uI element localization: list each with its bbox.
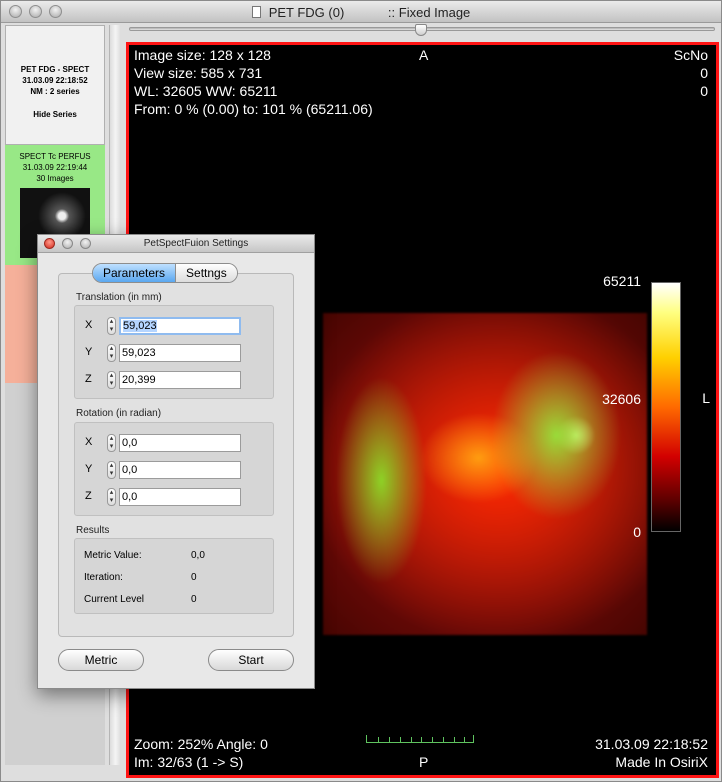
series-item-pet-fdg[interactable]: PET FDG - SPECT 31.03.09 22:18:52 NM : 2…	[5, 25, 105, 145]
panel-titlebar[interactable]: PetSpectFuion Settings	[38, 235, 314, 253]
metric-value: 0,0	[191, 550, 205, 561]
overlay-bottom-right: 31.03.09 22:18:52 Made In OsiriX	[595, 735, 708, 771]
metric-button[interactable]: Metric	[58, 649, 144, 671]
window-title-text: PET FDG (0)	[268, 5, 345, 20]
main-titlebar: PET FDG (0) :: Fixed Image	[1, 1, 721, 23]
tab-settings[interactable]: Settngs	[175, 264, 237, 282]
tab-bar: Parameters Settngs	[92, 263, 238, 283]
translation-z-label: Z	[85, 373, 92, 385]
image-index-text: Im: 32/63 (1 -> S)	[134, 754, 244, 770]
tab-parameters[interactable]: Parameters	[93, 264, 176, 282]
rotation-z-label: Z	[85, 490, 92, 502]
iteration-value: 0	[191, 572, 197, 583]
view-size-text: View size: 585 x 731	[134, 65, 263, 81]
rotation-z-stepper[interactable]: ▴ ▾	[107, 488, 116, 506]
rotation-label: Rotation (in radian)	[76, 408, 162, 419]
start-button[interactable]: Start	[208, 649, 294, 671]
overlay-bottom-left: Zoom: 252% Angle: 0 Im: 32/63 (1 -> S)	[134, 735, 268, 771]
series-line: 30 Images	[36, 174, 74, 183]
rotation-y-field[interactable]: 0,0	[119, 461, 241, 479]
rotation-x-field[interactable]: 0,0	[119, 434, 241, 452]
rotation-z-field[interactable]: 0,0	[119, 488, 241, 506]
translation-group: X ▴ ▾ 59,023 Y ▴ ▾ 59,023 Z ▴ ▾ 20,399	[74, 305, 274, 399]
metric-value-label: Metric Value:	[84, 550, 142, 561]
rotation-group: X ▴ ▾ 0,0 Y ▴ ▾ 0,0 Z ▴ ▾ 0,0	[74, 422, 274, 516]
colorbar-max: 65211	[603, 273, 641, 289]
series-line: SPECT Tc PERFUS	[19, 152, 91, 161]
overlay-top-right: ScNo 0 0	[674, 46, 708, 100]
translation-z-field[interactable]: 20,399	[119, 371, 241, 389]
colorbar-min: 0	[633, 524, 641, 540]
translation-x-stepper[interactable]: ▴ ▾	[107, 317, 116, 335]
window-subtitle: :: Fixed Image	[387, 5, 471, 20]
scno-value-1: 0	[700, 65, 708, 81]
series-line: 31.03.09 22:19:44	[22, 163, 88, 172]
zoom-angle-text: Zoom: 252% Angle: 0	[134, 736, 268, 752]
rotation-y-stepper[interactable]: ▴ ▾	[107, 461, 116, 479]
colorbar-mid: 32606	[602, 391, 641, 407]
current-level-value: 0	[191, 594, 197, 605]
fused-scan-image	[323, 313, 647, 635]
settings-panel: PetSpectFuion Settings Parameters Settng…	[37, 234, 315, 689]
orientation-right: L	[702, 390, 710, 406]
translation-z-stepper[interactable]: ▴ ▾	[107, 371, 116, 389]
current-level-label: Current Level	[84, 594, 145, 605]
window-title: PET FDG (0) :: Fixed Image	[1, 5, 721, 20]
scno-label: ScNo	[673, 47, 708, 63]
date-time-text: 31.03.09 22:18:52	[595, 736, 708, 752]
document-icon	[251, 6, 261, 18]
image-slider-thumb[interactable]	[415, 24, 427, 36]
main-window: PET FDG (0) :: Fixed Image PET FDG - SPE…	[0, 0, 722, 782]
translation-x-label: X	[85, 319, 93, 331]
translation-y-stepper[interactable]: ▴ ▾	[107, 344, 116, 362]
orientation-top: A	[419, 47, 429, 63]
made-in-text: Made In OsiriX	[615, 754, 708, 770]
window-level-text: WL: 32605 WW: 65211	[134, 83, 278, 99]
series-line: PET FDG - SPECT	[20, 65, 90, 74]
overlay-top-left: Image size: 128 x 128 View size: 585 x 7…	[134, 46, 373, 118]
orientation-bottom: P	[419, 754, 429, 770]
translation-label: Translation (in mm)	[76, 292, 162, 303]
iteration-label: Iteration:	[84, 572, 123, 583]
panel-title: PetSpectFuion Settings	[143, 238, 249, 249]
results-label: Results	[76, 525, 110, 536]
scno-value-2: 0	[700, 83, 708, 99]
translation-x-field[interactable]: 59,023	[119, 317, 241, 335]
series-line: NM : 2 series	[30, 87, 80, 96]
color-scale-bar	[651, 282, 681, 532]
rotation-x-label: X	[85, 436, 93, 448]
hide-series-button[interactable]: Hide Series	[6, 109, 104, 120]
rotation-y-label: Y	[85, 463, 93, 475]
range-text: From: 0 % (0.00) to: 101 % (65211.06)	[134, 101, 373, 117]
rotation-x-stepper[interactable]: ▴ ▾	[107, 434, 116, 452]
series-line: 31.03.09 22:18:52	[22, 76, 88, 85]
scale-ruler	[366, 735, 474, 743]
translation-y-field[interactable]: 59,023	[119, 344, 241, 362]
image-size-text: Image size: 128 x 128	[134, 47, 271, 63]
translation-y-label: Y	[85, 346, 93, 358]
